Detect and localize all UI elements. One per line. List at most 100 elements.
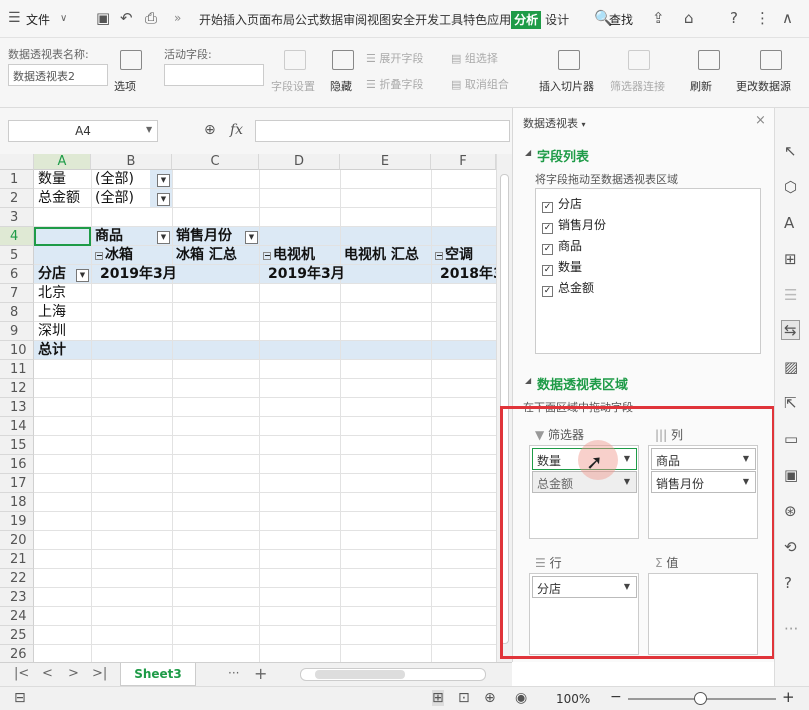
share-icon[interactable]: ⇪ (652, 9, 665, 27)
collapse-toggle-icon[interactable]: − (95, 252, 103, 260)
filter-connection-icon[interactable] (628, 50, 650, 70)
collapse-section-icon[interactable]: ◢ (525, 148, 531, 157)
row-header[interactable]: 5 (0, 246, 34, 265)
col-header-b[interactable]: B (91, 154, 172, 170)
layout-view-icon[interactable]: ⊕ (484, 690, 496, 706)
row-header[interactable]: 11 (0, 360, 34, 379)
h-scroll-thumb[interactable] (315, 670, 405, 679)
next-sheet-icon[interactable]: > (68, 666, 79, 681)
tab-design[interactable]: 设计 (545, 13, 569, 27)
active-field-input[interactable] (164, 64, 264, 86)
cell-b2[interactable]: (全部) (95, 189, 134, 208)
pivot-pane-icon[interactable]: ⇆ (781, 320, 800, 340)
formula-input[interactable] (255, 120, 510, 142)
tab-start[interactable]: 开始 (199, 13, 223, 27)
cell-a6[interactable]: 分店 (38, 265, 66, 284)
tab-formula[interactable]: 公式 (295, 13, 319, 27)
field-item-amount[interactable]: ✓ 总金额 (542, 279, 594, 297)
checkbox-checked-icon[interactable]: ✓ (542, 286, 553, 297)
field-item-quantity[interactable]: ✓ 数量 (542, 258, 582, 276)
change-source-button[interactable]: 更改数据源 (736, 78, 791, 94)
name-box-dropdown-icon[interactable]: ▼ (146, 125, 152, 134)
row-header[interactable]: 18 (0, 493, 34, 512)
row-header[interactable]: 14 (0, 417, 34, 436)
more-icon[interactable]: ⋮ (755, 9, 770, 27)
tab-insert[interactable]: 插入 (223, 13, 247, 27)
row-header[interactable]: 19 (0, 512, 34, 531)
row-header[interactable]: 2 (0, 189, 34, 208)
options-icon[interactable] (120, 50, 142, 70)
col-header-e[interactable]: E (340, 154, 431, 170)
refresh-icon[interactable] (698, 50, 720, 70)
refresh-button[interactable]: 刷新 (690, 78, 712, 94)
cell-a9[interactable]: 深圳 (38, 322, 66, 341)
sheet-tab-sheet3[interactable]: Sheet3 (120, 663, 196, 686)
row-header[interactable]: 24 (0, 607, 34, 626)
col-header-f[interactable]: F (431, 154, 496, 170)
field-item-product[interactable]: ✓ 商品 (542, 237, 582, 255)
chevron-down-icon[interactable]: ∨ (60, 13, 67, 24)
cell-e5[interactable]: 电视机 汇总 (344, 246, 419, 265)
column-field-dropdown-icon[interactable]: ▼ (245, 231, 258, 244)
tab-developer[interactable]: 开发工具 (415, 13, 463, 27)
export-icon[interactable]: ⇱ (784, 394, 797, 412)
row-header[interactable]: 25 (0, 626, 34, 645)
spreadsheet-grid[interactable]: A B C D E F 1 2 3 4 5 6 7 8 9 10 11 12 13 14 15 16 17 18 1… (0, 154, 512, 662)
cell-b1[interactable]: (全部) (95, 170, 134, 189)
history-icon[interactable]: ⟲ (784, 538, 797, 556)
cell-c4[interactable]: 销售月份 (176, 227, 232, 246)
field-item-branch[interactable]: ✓ 分店 (542, 195, 582, 213)
tab-analyze[interactable]: 分析 (511, 11, 542, 29)
cell-f6[interactable]: 2018年3 (440, 265, 503, 284)
row-header[interactable]: 22 (0, 569, 34, 588)
insert-slicer-button[interactable]: 插入切片器 (539, 78, 594, 94)
collapse-field-button[interactable]: ☰ 折叠字段 (366, 76, 423, 92)
pane-title-dropdown-icon[interactable]: ▾ (582, 120, 586, 129)
more-sheets-icon[interactable]: ··· (228, 666, 239, 680)
row-header[interactable]: 15 (0, 436, 34, 455)
shapes-icon[interactable]: ⬡ (784, 178, 797, 196)
more-chevron-icon[interactable]: » (174, 11, 181, 25)
zoom-in-icon[interactable]: + (782, 688, 795, 706)
column-field-dropdown-icon[interactable]: ▼ (157, 231, 170, 244)
zoom-slider-thumb[interactable] (694, 692, 707, 705)
checkbox-checked-icon[interactable]: ✓ (542, 265, 553, 276)
field-item-month[interactable]: ✓ 销售月份 (542, 216, 606, 234)
fx-icon[interactable]: fx (230, 122, 243, 138)
zoom-lookup-icon[interactable]: ⊕ (204, 122, 216, 138)
style-icon[interactable]: A (784, 214, 794, 232)
tab-security[interactable]: 安全 (391, 13, 415, 27)
settings-sliders-icon[interactable]: ☰ (784, 286, 797, 304)
zoom-out-icon[interactable]: − (610, 689, 622, 705)
zoom-level[interactable]: 100% (556, 692, 590, 706)
tab-data[interactable]: 数据 (319, 13, 343, 27)
col-header-d[interactable]: D (259, 154, 340, 170)
change-source-icon[interactable] (760, 50, 782, 70)
selected-cell-a4[interactable] (34, 227, 91, 246)
picture-icon[interactable]: ▨ (784, 358, 798, 376)
archive-icon[interactable]: ▭ (784, 430, 798, 448)
slicer-icon[interactable] (558, 50, 580, 70)
row-header[interactable]: 4 (0, 227, 34, 246)
prev-sheet-icon[interactable]: < (42, 666, 53, 681)
first-sheet-icon[interactable]: |< (14, 666, 29, 681)
last-sheet-icon[interactable]: >| (92, 666, 107, 681)
row-header[interactable]: 9 (0, 322, 34, 341)
collapse-toggle-icon[interactable]: − (435, 252, 443, 260)
normal-view-icon[interactable]: ⊞ (432, 690, 444, 706)
collapse-ribbon-icon[interactable]: ⌂ (684, 9, 694, 27)
row-header[interactable]: 26 (0, 645, 34, 662)
cell-b4[interactable]: 商品 (95, 227, 123, 246)
search-label[interactable]: 查找 (609, 11, 633, 28)
name-box[interactable]: A4 (8, 120, 158, 142)
cell-a2[interactable]: 总金额 (38, 189, 80, 208)
expand-field-button[interactable]: ☰ 展开字段 (366, 50, 423, 66)
close-ribbon-icon[interactable]: ∧ (782, 9, 793, 27)
row-header[interactable]: 23 (0, 588, 34, 607)
cell-b6[interactable]: 2019年3月 (100, 265, 177, 284)
cell-d5[interactable]: − 电视机 (263, 246, 315, 265)
table-icon[interactable]: ⊞ (784, 250, 797, 268)
row-header[interactable]: 3 (0, 208, 34, 227)
more-tools-icon[interactable]: ··· (784, 620, 798, 638)
row-header[interactable]: 16 (0, 455, 34, 474)
